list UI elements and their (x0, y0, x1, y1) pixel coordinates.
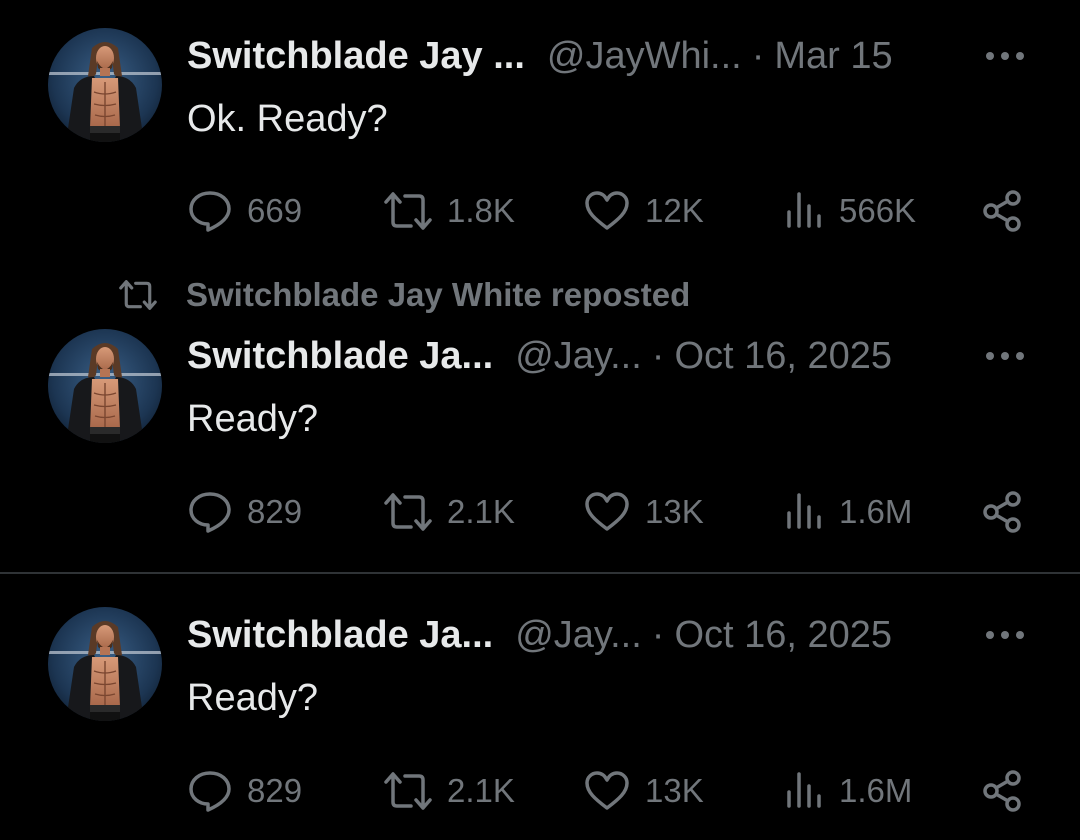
repost-arrows-icon (384, 772, 432, 810)
bar-chart-icon (787, 493, 821, 529)
like-button[interactable]: 13K (583, 487, 704, 537)
tweet-date[interactable]: Mar 15 (774, 35, 892, 78)
divider (0, 572, 1080, 574)
author-handle[interactable]: @Jay... (515, 335, 642, 378)
reply-count: 829 (247, 493, 303, 530)
view-count: 1.6M (839, 493, 913, 530)
reply-button[interactable]: 669 (187, 186, 302, 236)
heart-icon (585, 191, 629, 230)
views-button[interactable]: 1.6M (785, 766, 912, 816)
repost-count: 1.8K (447, 192, 515, 229)
repost-count: 2.1K (447, 493, 515, 530)
tweet-header: Switchblade Jay ... @JayWhi... · Mar 15 (187, 30, 1028, 82)
tweet-date[interactable]: Oct 16, 2025 (674, 614, 892, 657)
speech-bubble-icon (189, 191, 231, 232)
bar-chart-icon (787, 192, 821, 228)
author-name[interactable]: Switchblade Ja... (187, 335, 493, 378)
heart-icon (585, 492, 629, 531)
bar-chart-icon (787, 772, 821, 808)
like-button[interactable]: 13K (583, 766, 704, 816)
author-handle[interactable]: @JayWhi... (547, 35, 742, 78)
heart-icon (585, 771, 629, 810)
view-count: 1.6M (839, 772, 913, 809)
like-button[interactable]: 12K (583, 186, 704, 236)
speech-bubble-icon (189, 771, 231, 812)
share-icon (983, 190, 1021, 232)
views-button[interactable]: 1.6M (785, 487, 912, 537)
ellipsis-icon[interactable] (982, 38, 1028, 74)
separator-dot: · (651, 613, 665, 656)
avatar[interactable] (48, 28, 162, 142)
view-count: 566K (839, 192, 917, 229)
repost-button[interactable]: 1.8K (383, 186, 515, 236)
author-handle[interactable]: @Jay... (515, 614, 642, 657)
repost-banner-text: Switchblade Jay White reposted (186, 276, 691, 313)
like-count: 13K (645, 772, 704, 809)
tweet-text: Ready? (187, 677, 318, 719)
repost-count: 2.1K (447, 772, 515, 809)
ellipsis-icon[interactable] (982, 338, 1028, 374)
reply-count: 829 (247, 772, 303, 809)
action-bar: 829 2.1K 13K 1.6M (187, 487, 1032, 537)
separator-dot: · (651, 334, 665, 377)
reply-button[interactable]: 829 (187, 766, 302, 816)
repost-button[interactable]: 2.1K (383, 766, 515, 816)
action-bar: 829 2.1K 13K 1.6M (187, 766, 1032, 816)
avatar[interactable] (48, 329, 162, 443)
like-count: 12K (645, 192, 704, 229)
repost-button[interactable]: 2.1K (383, 487, 515, 537)
repost-arrows-icon (384, 192, 432, 230)
tweet-header: Switchblade Ja... @Jay... · Oct 16, 2025 (187, 609, 1028, 661)
separator-dot: · (751, 34, 765, 77)
action-bar: 669 1.8K 12K 566K (187, 186, 1032, 236)
share-icon (983, 770, 1021, 812)
author-name[interactable]: Switchblade Jay ... (187, 35, 525, 78)
tweet-date[interactable]: Oct 16, 2025 (674, 335, 892, 378)
tweet-header: Switchblade Ja... @Jay... · Oct 16, 2025 (187, 330, 1028, 382)
views-button[interactable]: 566K (785, 186, 916, 236)
repost-arrows-icon (119, 280, 157, 310)
speech-bubble-icon (189, 492, 231, 533)
share-button[interactable] (980, 487, 1026, 537)
reply-button[interactable]: 829 (187, 487, 302, 537)
ellipsis-icon[interactable] (982, 617, 1028, 653)
share-icon (983, 491, 1021, 533)
tweet-text: Ok. Ready? (187, 98, 388, 140)
avatar[interactable] (48, 607, 162, 721)
reply-count: 669 (247, 192, 303, 229)
author-name[interactable]: Switchblade Ja... (187, 614, 493, 657)
share-button[interactable] (980, 766, 1026, 816)
repost-banner[interactable]: Switchblade Jay White reposted (116, 273, 690, 317)
share-button[interactable] (980, 186, 1026, 236)
repost-arrows-icon (384, 493, 432, 531)
like-count: 13K (645, 493, 704, 530)
tweet-text: Ready? (187, 398, 318, 440)
